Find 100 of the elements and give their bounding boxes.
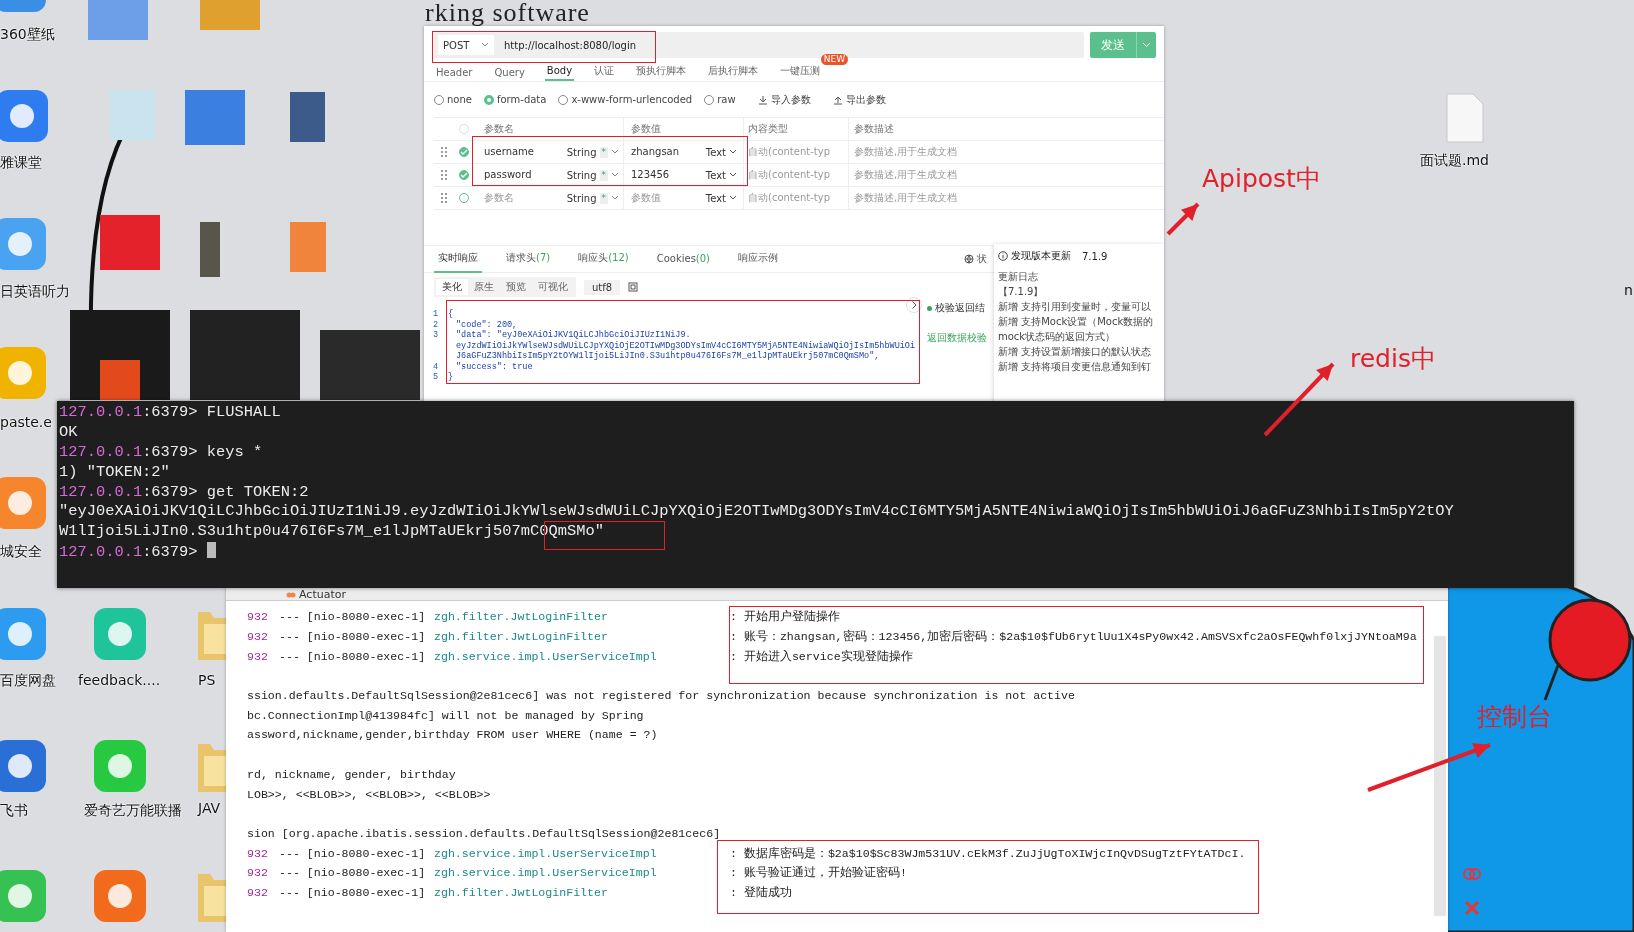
content-type-select[interactable]: Text — [705, 169, 726, 181]
chevron-icon[interactable] — [729, 149, 737, 155]
icon-label[interactable]: 城安全 — [0, 543, 42, 561]
changelog-item: 新增 支持引用到变量时，变量可以 — [998, 301, 1152, 312]
input-field[interactable]: 参数名 — [484, 192, 542, 204]
content-type-select[interactable]: Text — [705, 146, 726, 158]
app-icon[interactable] — [0, 0, 48, 14]
type-select[interactable]: String — [566, 192, 597, 204]
input-field[interactable]: 123456 — [631, 169, 695, 181]
wallpaper-text: rking software — [425, 0, 590, 26]
copy-icon[interactable] — [628, 282, 639, 292]
icon-label[interactable]: 日英语听力 — [0, 283, 70, 301]
thread-name: --- [nio-8080-exec-1] — [279, 885, 427, 899]
view-tab[interactable]: 预览 — [500, 279, 532, 295]
app-icon[interactable] — [0, 88, 50, 144]
view-tab[interactable]: 可视化 — [532, 279, 574, 295]
app-icon[interactable] — [0, 738, 48, 794]
tab[interactable]: 后执行脚本 — [706, 64, 761, 81]
icon-label[interactable]: 百度网盘 — [0, 672, 56, 690]
app-icon[interactable] — [0, 606, 48, 662]
log-message: : 账号验证通过，开始验证密码! — [730, 865, 907, 881]
app-icon[interactable] — [92, 606, 148, 662]
chevron-icon[interactable] — [611, 195, 619, 201]
icon-label[interactable]: feedback.... — [78, 672, 161, 688]
radio-option[interactable]: raw — [704, 94, 736, 105]
prompt-host: 127.0.0.1 — [59, 543, 143, 562]
process-id: 932 — [247, 630, 269, 644]
icon-label[interactable]: PS — [198, 672, 216, 688]
app-icon[interactable] — [92, 868, 148, 924]
input-field[interactable]: 参数值 — [631, 192, 695, 204]
input-field[interactable]: username — [484, 146, 542, 158]
column-header: 参数值 — [631, 122, 661, 136]
app-icon[interactable] — [0, 216, 48, 272]
icon-label[interactable]: paste.e — [0, 414, 52, 430]
logger-name[interactable]: zgh.service.impl.UserServiceImpl — [434, 846, 730, 860]
app-icon[interactable] — [0, 345, 48, 401]
tab[interactable]: Actuator — [286, 589, 346, 600]
method-select[interactable]: POST — [438, 35, 494, 55]
action-link[interactable]: 导出参数 — [832, 92, 886, 107]
action-link[interactable]: 导入参数 — [757, 92, 811, 107]
drag-handle-icon[interactable] — [441, 170, 447, 180]
tab[interactable]: Query — [492, 67, 527, 81]
tab[interactable]: 预执行脚本 — [634, 64, 689, 81]
app-icon[interactable] — [92, 738, 148, 794]
radio-option[interactable]: none — [434, 94, 472, 105]
file-icon[interactable] — [1445, 92, 1485, 144]
tab[interactable]: 请求头(7) — [502, 245, 555, 273]
dropdown-button[interactable] — [1136, 32, 1156, 58]
thread-name: --- [nio-8080-exec-1] — [279, 630, 427, 644]
tab[interactable]: Header — [434, 67, 475, 81]
app-icon[interactable] — [0, 868, 48, 924]
expand-icon[interactable] — [906, 297, 923, 313]
icon-label[interactable]: 飞书 — [0, 802, 28, 820]
globe-icon[interactable] — [964, 254, 974, 264]
tab[interactable]: 响应示例 — [734, 245, 783, 273]
table-cell: 自动(content-typ — [748, 145, 830, 159]
logger-name[interactable]: zgh.filter.JwtLoginFilter — [434, 630, 730, 644]
view-tab[interactable]: 美化 — [436, 279, 468, 295]
view-tab[interactable]: 原生 — [468, 279, 500, 295]
icon-label[interactable]: 360壁纸 — [0, 26, 55, 44]
radio-option[interactable]: form-data — [483, 94, 547, 105]
logger-name[interactable]: zgh.filter.JwtLoginFilter — [434, 885, 730, 899]
content-type-select[interactable]: Text — [705, 192, 726, 204]
logger-name[interactable]: zgh.filter.JwtLoginFilter — [434, 610, 730, 624]
input-field[interactable]: password — [484, 169, 542, 181]
changelog-heading: 更新日志 — [998, 271, 1038, 282]
icon-label[interactable]: 雅课堂 — [0, 154, 42, 172]
tab[interactable]: Cookies(0) — [652, 246, 715, 272]
line-number: 2 — [431, 319, 438, 330]
app-icon[interactable] — [0, 475, 48, 531]
tab[interactable]: Body — [544, 65, 575, 81]
annotation-label: Apipost中 — [1202, 163, 1321, 195]
link-icon[interactable] — [1462, 866, 1482, 882]
checkbox[interactable] — [459, 147, 469, 157]
icon-label[interactable]: 面试题.md — [1420, 152, 1489, 170]
icon-label[interactable]: 爱奇艺万能联播 — [70, 800, 195, 820]
chevron-icon[interactable] — [611, 172, 619, 178]
tab[interactable]: 一键压测 — [778, 64, 823, 81]
drag-handle-icon[interactable] — [441, 193, 447, 203]
tab[interactable]: 实时响应 — [434, 245, 482, 273]
chevron-icon[interactable] — [729, 172, 737, 178]
input-field[interactable]: zhangsan — [631, 146, 695, 158]
icon-label[interactable]: JAV — [198, 800, 221, 816]
checkbox[interactable] — [459, 170, 469, 180]
scrollbar[interactable] — [1434, 636, 1446, 916]
logger-name[interactable]: zgh.service.impl.UserServiceImpl — [434, 649, 730, 663]
encoding-select[interactable]: utf8 — [584, 279, 621, 295]
column-header: 参数名 — [484, 122, 514, 136]
column-header: 内容类型 — [748, 122, 788, 136]
type-select[interactable]: String — [566, 146, 597, 158]
tab[interactable]: 认证 — [592, 64, 617, 81]
close-icon[interactable] — [1464, 900, 1480, 916]
upload-icon — [832, 94, 843, 105]
radio-option[interactable]: x-www-form-urlencoded — [558, 94, 693, 105]
logger-name[interactable]: zgh.service.impl.UserServiceImpl — [434, 866, 730, 880]
type-select[interactable]: String — [566, 169, 597, 181]
chevron-icon[interactable] — [729, 195, 737, 201]
drag-handle-icon[interactable] — [441, 147, 447, 157]
chevron-icon[interactable] — [611, 149, 619, 155]
tab[interactable]: 响应头(12) — [574, 245, 633, 273]
